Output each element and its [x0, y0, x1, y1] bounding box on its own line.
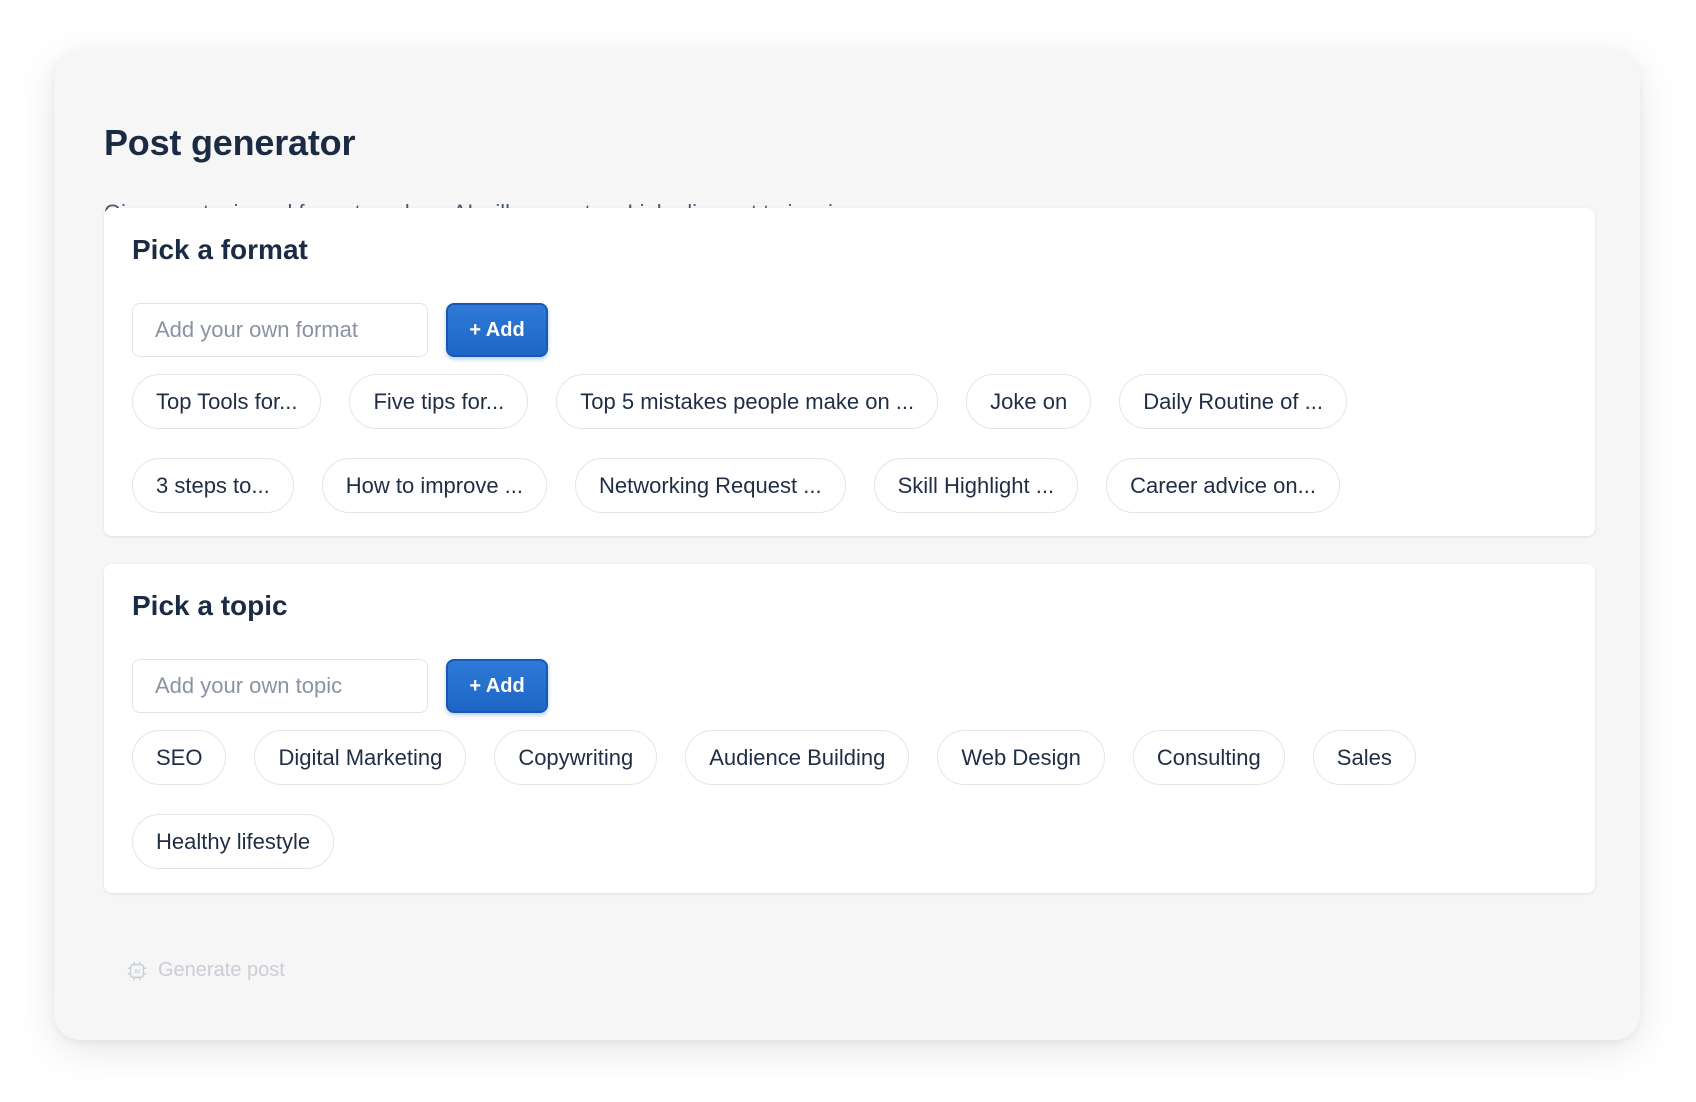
- add-topic-button[interactable]: + Add: [446, 659, 548, 713]
- topic-chip[interactable]: Web Design: [937, 730, 1105, 785]
- post-generator-window: Post generator Give us a topic and forma…: [54, 50, 1640, 1040]
- format-chip[interactable]: Five tips for...: [349, 374, 529, 429]
- svg-text:AI: AI: [134, 969, 140, 975]
- format-chip[interactable]: 3 steps to...: [132, 458, 294, 513]
- topic-chip[interactable]: Copywriting: [494, 730, 658, 785]
- topic-chip[interactable]: Digital Marketing: [254, 730, 467, 785]
- ai-chip-icon: AI: [126, 960, 148, 982]
- format-input[interactable]: [132, 303, 428, 357]
- format-chip-list: Top Tools for... Five tips for... Top 5 …: [132, 374, 1502, 513]
- format-chip[interactable]: Career advice on...: [1106, 458, 1340, 513]
- topic-add-row: + Add: [132, 659, 1567, 713]
- topic-chip[interactable]: Sales: [1312, 730, 1416, 785]
- format-chip[interactable]: Top 5 mistakes people make on ...: [556, 374, 939, 429]
- generate-post-button[interactable]: AI Generate post: [126, 959, 285, 982]
- add-format-button[interactable]: + Add: [446, 303, 548, 357]
- topic-chip[interactable]: SEO: [132, 730, 227, 785]
- format-chip[interactable]: Daily Routine of ...: [1119, 374, 1347, 429]
- format-chip[interactable]: Joke on: [966, 374, 1092, 429]
- generate-post-label: Generate post: [158, 959, 285, 981]
- format-add-row: + Add: [132, 303, 1567, 357]
- format-card: Pick a format + Add Top Tools for... Fiv…: [104, 208, 1595, 536]
- page-title: Post generator: [104, 122, 356, 163]
- format-chip[interactable]: Networking Request ...: [575, 458, 846, 513]
- format-section-title: Pick a format: [132, 234, 308, 265]
- topic-section-title: Pick a topic: [132, 590, 288, 621]
- topic-card: Pick a topic + Add SEO Digital Marketing…: [104, 564, 1595, 893]
- format-chip[interactable]: How to improve ...: [321, 458, 548, 513]
- topic-chip[interactable]: Consulting: [1132, 730, 1285, 785]
- format-chip[interactable]: Skill Highlight ...: [873, 458, 1079, 513]
- format-chip[interactable]: Top Tools for...: [132, 374, 322, 429]
- topic-chip[interactable]: Audience Building: [685, 730, 910, 785]
- topic-chip-list: SEO Digital Marketing Copywriting Audien…: [132, 730, 1502, 869]
- topic-chip[interactable]: Healthy lifestyle: [132, 814, 335, 869]
- topic-input[interactable]: [132, 659, 428, 713]
